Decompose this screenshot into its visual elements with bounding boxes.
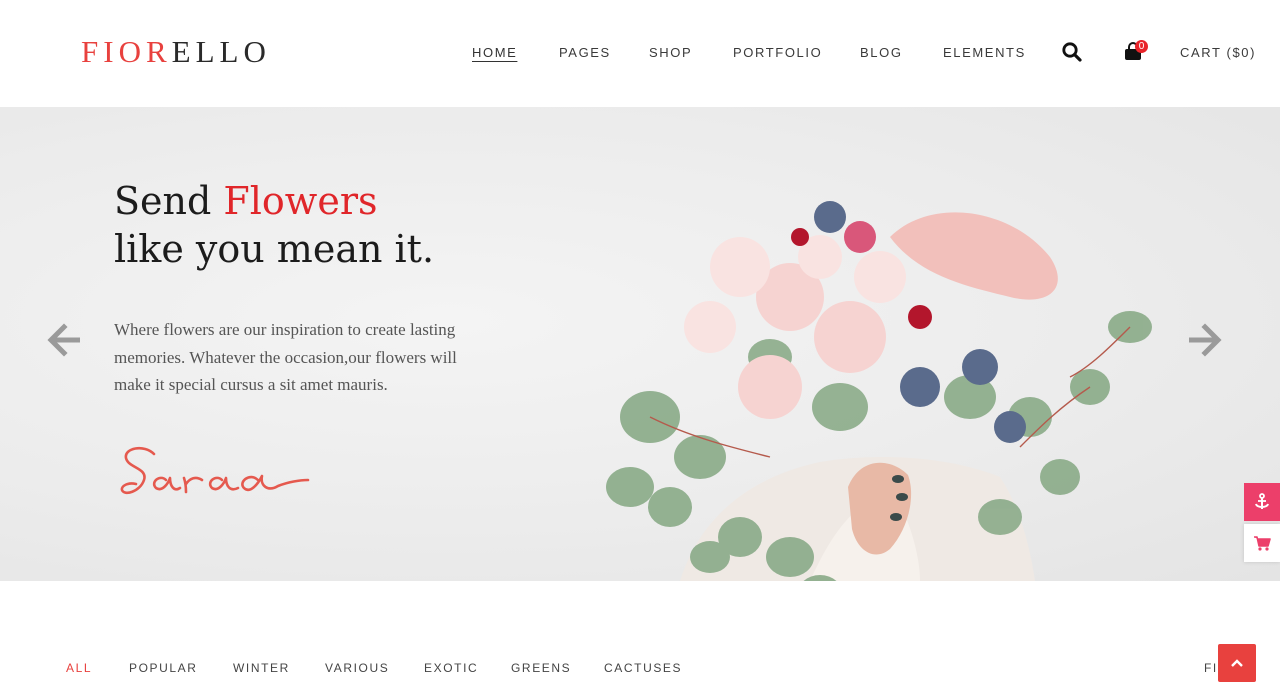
filter-popular[interactable]: POPULAR xyxy=(129,661,198,675)
site-header: FIORELLO HOME PAGES SHOP PORTFOLIO BLOG … xyxy=(0,0,1280,107)
cart-icon[interactable] xyxy=(1244,524,1280,562)
signature-image xyxy=(118,442,318,512)
nav-item-elements[interactable]: ELEMENTS xyxy=(943,45,1026,60)
nav-item-blog[interactable]: BLOG xyxy=(860,45,903,60)
filter-winter[interactable]: WINTER xyxy=(233,661,290,675)
hero-title-flowers: Flowers xyxy=(223,179,378,223)
nav-item-pages[interactable]: PAGES xyxy=(559,45,611,60)
bouquet-image xyxy=(590,157,1230,581)
cart-count-badge: 0 xyxy=(1135,40,1148,53)
hero-title-line2: like you mean it. xyxy=(114,227,435,271)
logo-rest-text: ELLO xyxy=(171,34,271,69)
arrow-left-icon[interactable] xyxy=(46,323,82,357)
cart-total-link[interactable]: CART ($0) xyxy=(1180,45,1256,60)
nav-item-shop[interactable]: SHOP xyxy=(649,45,692,60)
filter-right-partial[interactable]: FI xyxy=(1204,661,1218,675)
nav-item-home[interactable]: HOME xyxy=(472,45,517,60)
filter-greens[interactable]: GREENS xyxy=(511,661,571,675)
nav-item-portfolio[interactable]: PORTFOLIO xyxy=(733,45,822,60)
hero-title-send: Send xyxy=(114,179,224,223)
search-icon[interactable] xyxy=(1061,41,1083,63)
logo-accent-text: FIOR xyxy=(81,34,172,69)
hero-title: Send Flowers like you mean it. xyxy=(114,177,434,273)
arrow-right-icon[interactable] xyxy=(1187,323,1223,357)
anchor-icon[interactable] xyxy=(1244,483,1280,521)
hero-description: Where flowers are our inspiration to cre… xyxy=(114,320,457,394)
scroll-to-top-button[interactable] xyxy=(1218,644,1256,682)
chevron-up-icon xyxy=(1231,659,1243,667)
site-logo[interactable]: FIORELLO xyxy=(81,34,271,70)
filter-various[interactable]: VARIOUS xyxy=(325,661,389,675)
filter-cactuses[interactable]: CACTUSES xyxy=(604,661,682,675)
hero-slider: Send Flowers like you mean it. Where flo… xyxy=(0,107,1280,581)
filter-all[interactable]: ALL xyxy=(66,661,92,675)
filter-exotic[interactable]: EXOTIC xyxy=(424,661,478,675)
